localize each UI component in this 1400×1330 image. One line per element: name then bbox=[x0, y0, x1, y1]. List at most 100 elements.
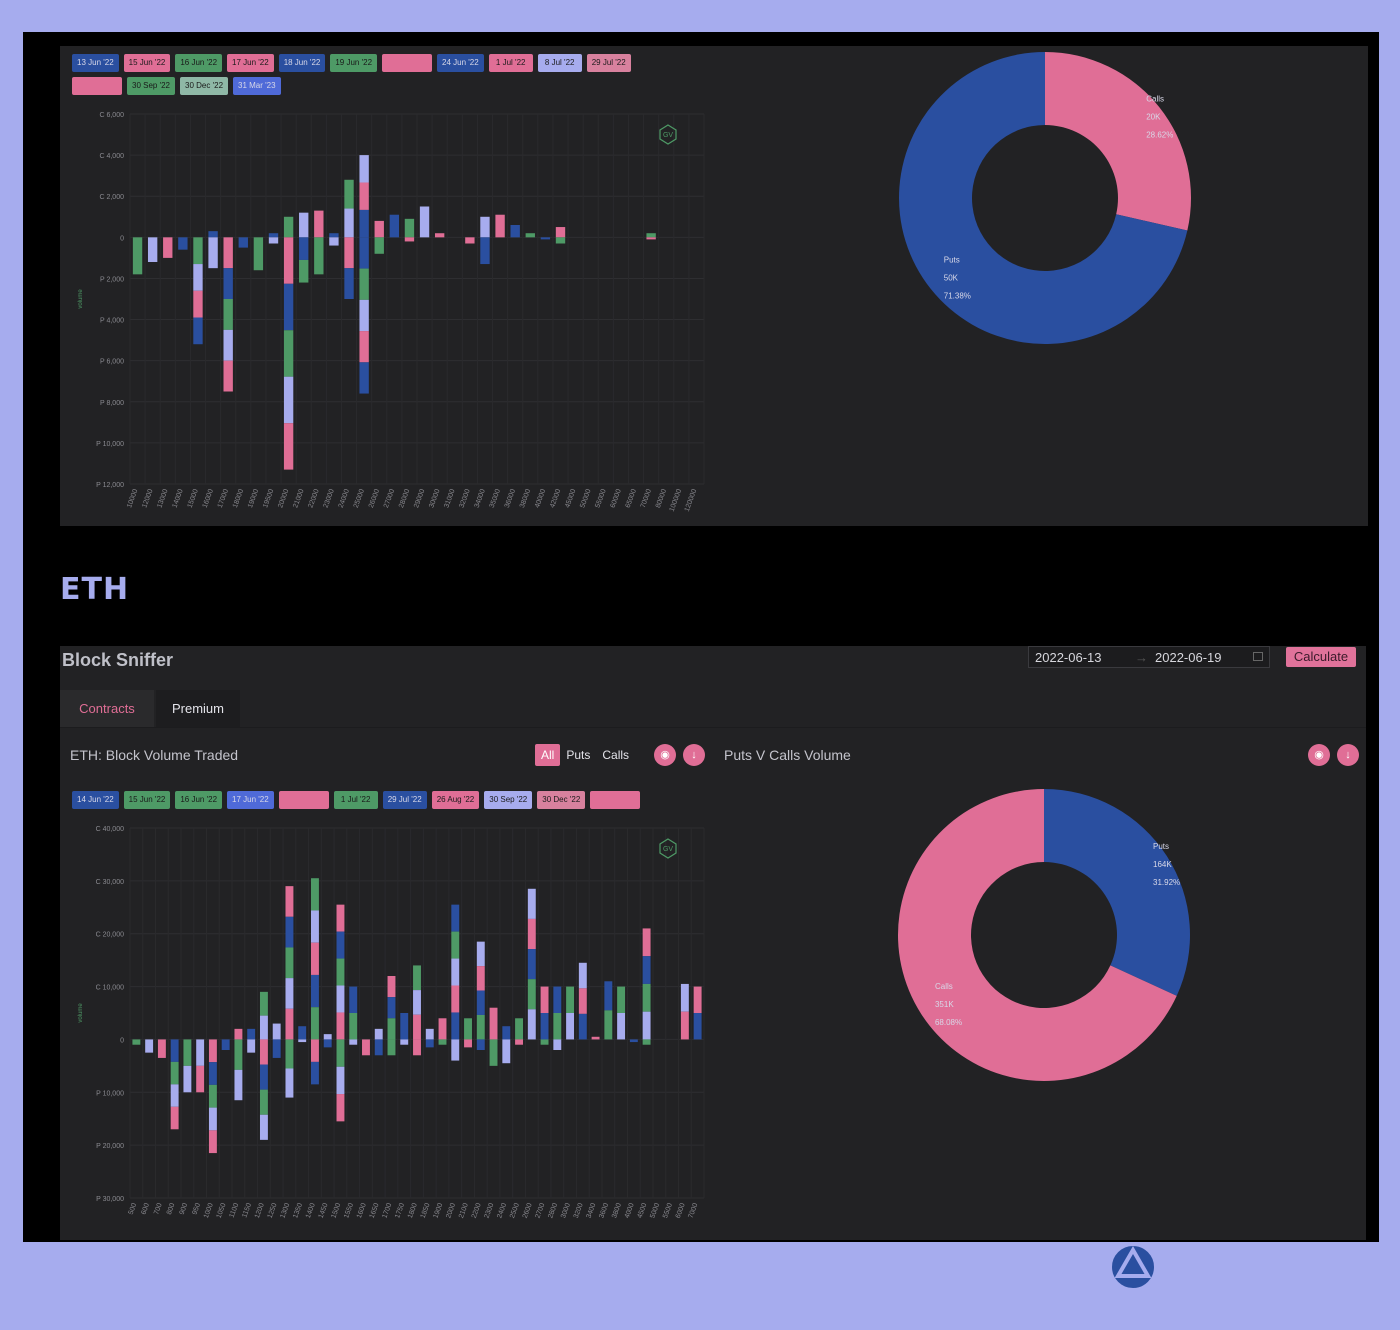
x-tick-label: 900 bbox=[179, 1202, 190, 1215]
eth-bar-calls-2000 bbox=[451, 931, 460, 959]
eth-bar-puts-1500 bbox=[336, 1039, 345, 1067]
eth-bar-calls-3000 bbox=[566, 1013, 575, 1040]
x-tick-label: 3600 bbox=[598, 1202, 610, 1219]
top-bar-puts-25000 bbox=[359, 268, 369, 300]
date-end[interactable]: 2022-06-19 bbox=[1155, 647, 1222, 669]
eth-bar-calls-1200 bbox=[259, 1015, 268, 1040]
top-slice-label: 28.62% bbox=[1146, 130, 1173, 139]
eth-bar-calls-1700 bbox=[387, 976, 396, 998]
x-tick-label: 1750 bbox=[394, 1202, 406, 1219]
top-legend-item[interactable] bbox=[382, 54, 433, 72]
top-legend-item[interactable]: 13 Jun '22 bbox=[72, 54, 119, 72]
x-tick-label: 32000 bbox=[459, 488, 472, 509]
eth-bar-calls-3600 bbox=[604, 981, 613, 1011]
gv-badge: GV bbox=[663, 846, 673, 853]
eth-bar-puts-600 bbox=[145, 1039, 154, 1053]
eth-bar-puts-2800 bbox=[553, 1039, 562, 1050]
x-tick-label: 2300 bbox=[484, 1202, 496, 1219]
eth-legend-item[interactable] bbox=[590, 791, 641, 809]
eth-bar-puts-1200 bbox=[259, 1114, 268, 1140]
top-legend-item[interactable] bbox=[72, 77, 122, 95]
x-tick-label: 14000 bbox=[172, 488, 185, 509]
tab-contracts[interactable]: Contracts bbox=[60, 690, 154, 727]
eth-bar-puts-1850 bbox=[425, 1039, 434, 1048]
top-bar-calls-34000 bbox=[480, 216, 490, 238]
filter-puts[interactable]: Puts bbox=[560, 744, 596, 766]
eth-bar-calls-2200 bbox=[476, 990, 485, 1015]
eth-bar-calls-2800 bbox=[553, 986, 562, 1013]
top-legend-item[interactable]: 19 Jun '22 bbox=[330, 54, 378, 72]
eth-bar-calls-2600 bbox=[527, 1009, 536, 1040]
eth-bar-puts-1200 bbox=[259, 1039, 268, 1065]
eth-slice-label: 68.08% bbox=[935, 1018, 962, 1027]
calculate-button[interactable]: Calculate bbox=[1286, 647, 1356, 667]
x-tick-label: 2100 bbox=[458, 1202, 470, 1219]
x-tick-label: 17000 bbox=[217, 488, 230, 509]
download-icon[interactable]: ↓ bbox=[683, 744, 705, 766]
eth-legend-item[interactable] bbox=[278, 791, 329, 809]
top-legend-item[interactable]: 18 Jun '22 bbox=[278, 54, 326, 72]
top-legend-item[interactable]: 24 Jun '22 bbox=[437, 54, 484, 72]
top-legend-item[interactable]: 1 Jul '22 bbox=[488, 54, 533, 72]
top-bar-puts-42000 bbox=[555, 237, 566, 244]
tab-premium[interactable]: Premium bbox=[156, 690, 240, 727]
eth-legend-item[interactable]: 1 Jul '22 bbox=[333, 791, 378, 809]
eth-bar-puts-1200 bbox=[259, 1089, 268, 1115]
date-range-picker[interactable]: 2022-06-13 → 2022-06-19 bbox=[1028, 646, 1270, 668]
top-legend-item[interactable]: 8 Jul '22 bbox=[537, 54, 582, 72]
x-tick-label: 25000 bbox=[353, 488, 366, 509]
date-start[interactable]: 2022-06-13 bbox=[1035, 647, 1102, 669]
eth-legend-item[interactable]: 30 Sep '22 bbox=[484, 791, 533, 809]
eth-bar-calls-1800 bbox=[413, 990, 421, 1015]
top-legend-item[interactable]: 31 Mar '23 bbox=[233, 77, 281, 95]
top-legend: 13 Jun '22 15 Jun '22 16 Jun '22 17 Jun '22… bbox=[72, 54, 672, 95]
y-tick-label: C 2,000 bbox=[99, 194, 124, 201]
top-legend-item[interactable]: 15 Jun '22 bbox=[123, 54, 171, 72]
top-legend-item[interactable]: 30 Dec '22 bbox=[180, 77, 229, 95]
eth-bar-puts-1100 bbox=[234, 1039, 243, 1070]
top-bar-puts-26000 bbox=[374, 237, 384, 254]
eth-bar-puts-4500 bbox=[642, 1039, 651, 1045]
eth-bar-calls-1400 bbox=[311, 942, 319, 975]
top-legend-item[interactable]: 17 Jun '22 bbox=[227, 54, 274, 72]
filter-calls[interactable]: Calls bbox=[596, 744, 635, 766]
eth-heading: ETH bbox=[60, 572, 130, 607]
eth-legend-item[interactable]: 17 Jun '22 bbox=[227, 791, 274, 809]
eth-bar-puts-1700 bbox=[387, 1039, 396, 1056]
eth-legend-item[interactable]: 16 Jun '22 bbox=[175, 791, 223, 809]
x-tick-label: 1550 bbox=[343, 1202, 355, 1219]
eth-legend-item[interactable]: 30 Dec '22 bbox=[537, 791, 586, 809]
top-legend-item[interactable]: 30 Sep '22 bbox=[127, 77, 176, 95]
eth-bar-calls-1350 bbox=[298, 1026, 307, 1040]
x-tick-label: 1050 bbox=[216, 1202, 228, 1219]
put-call-filter: All Puts Calls bbox=[535, 744, 635, 766]
camera-icon[interactable]: ◉ bbox=[654, 744, 676, 766]
calendar-icon[interactable] bbox=[1253, 652, 1263, 661]
top-bar-puts-40000 bbox=[540, 237, 551, 240]
eth-legend-item[interactable]: 26 Aug '22 bbox=[431, 791, 480, 809]
y-tick-label: C 6,000 bbox=[99, 112, 124, 119]
eth-bar-calls-1250 bbox=[272, 1023, 281, 1040]
pie-download-icon[interactable]: ↓ bbox=[1337, 744, 1359, 766]
top-bar-puts-17000 bbox=[223, 268, 233, 299]
eth-bar-calls-2000 bbox=[451, 985, 460, 1013]
top-bar-puts-17000 bbox=[223, 329, 233, 361]
eth-legend-item[interactable]: 29 Jul '22 bbox=[382, 791, 427, 809]
y-tick-label: C 20,000 bbox=[96, 932, 125, 939]
eth-legend-item[interactable]: 14 Jun '22 bbox=[72, 791, 119, 809]
x-tick-label: 80000 bbox=[655, 488, 668, 509]
eth-bar-puts-950 bbox=[196, 1039, 205, 1066]
eth-slice-puts bbox=[1044, 789, 1190, 996]
eth-bar-calls-1450 bbox=[323, 1034, 332, 1040]
top-legend-item[interactable]: 29 Jul '22 bbox=[586, 54, 631, 72]
top-bar-calls-21000 bbox=[299, 212, 309, 238]
eth-bar-calls-1550 bbox=[349, 986, 358, 1013]
x-tick-label: 10000 bbox=[126, 488, 139, 509]
eth-bar-puts-800 bbox=[170, 1106, 179, 1130]
top-legend-item[interactable]: 16 Jun '22 bbox=[175, 54, 223, 72]
filter-all[interactable]: All bbox=[535, 744, 561, 766]
pie-camera-icon[interactable]: ◉ bbox=[1308, 744, 1330, 766]
eth-legend-item[interactable]: 15 Jun '22 bbox=[123, 791, 171, 809]
x-tick-label: 100000 bbox=[669, 488, 684, 512]
eth-bar-puts-800 bbox=[170, 1061, 179, 1085]
